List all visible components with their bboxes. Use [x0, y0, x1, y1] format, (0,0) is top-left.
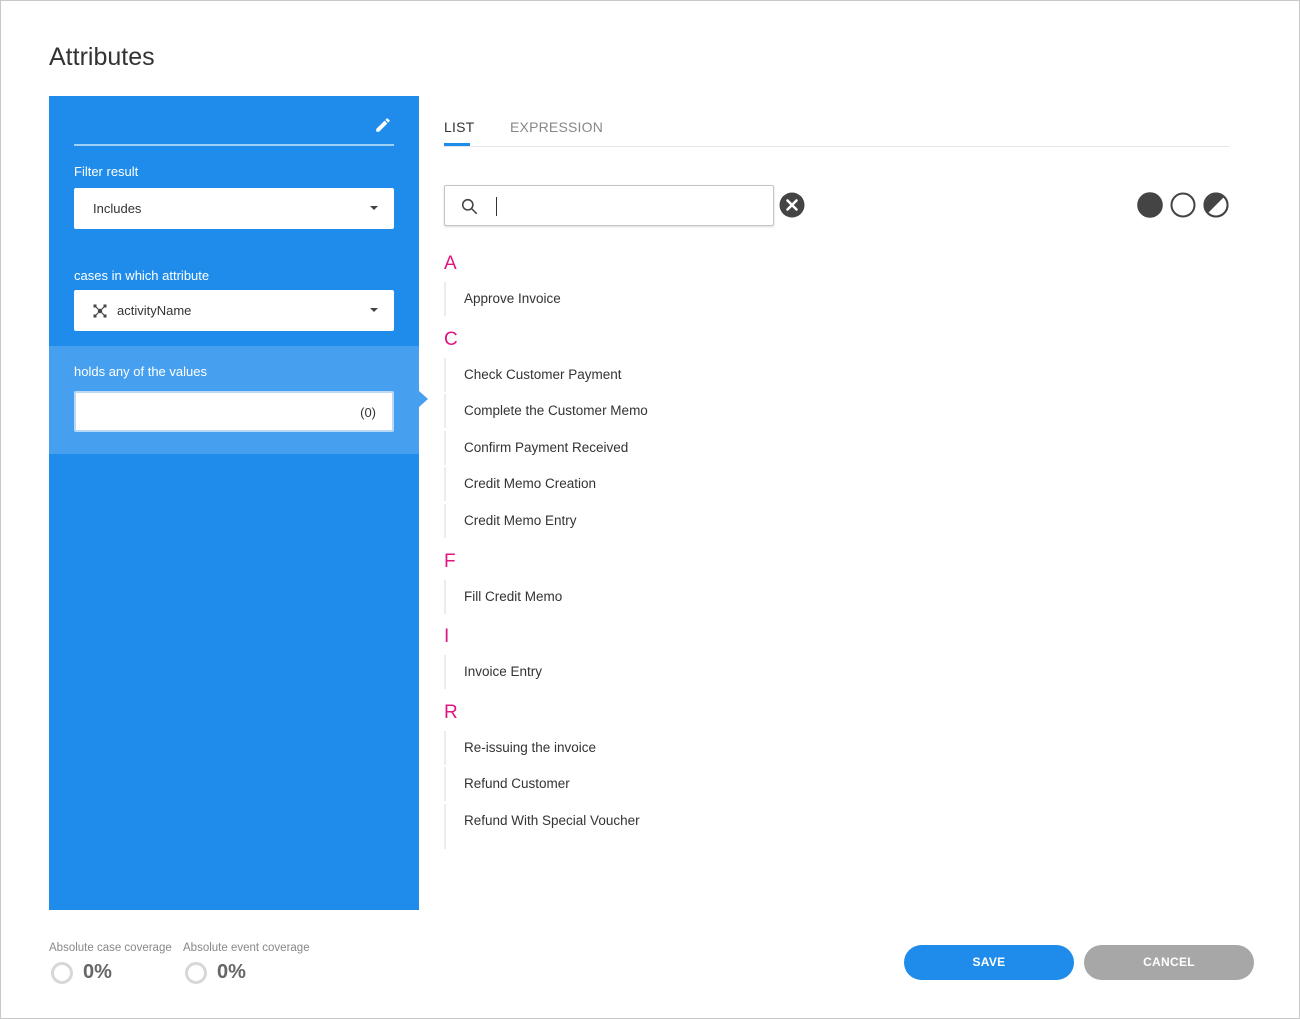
list-item-label: Invoice Entry — [464, 664, 543, 680]
clear-icon[interactable] — [779, 192, 805, 218]
cancel-button[interactable]: CANCEL — [1084, 945, 1254, 980]
group-letter: C — [444, 328, 458, 350]
group-letter: R — [444, 701, 458, 723]
event-coverage: Absolute event coverage 0% — [183, 942, 310, 984]
filter-result-label: Filter result — [74, 164, 139, 179]
chevron-down-icon — [370, 308, 378, 312]
tab-list[interactable]: LIST — [444, 119, 474, 135]
list-item[interactable]: Approve Invoice — [444, 282, 844, 316]
list-item[interactable]: Re-issuing the invoice — [444, 730, 844, 765]
active-tab-indicator — [444, 143, 470, 146]
select-none-icon[interactable] — [1170, 192, 1196, 218]
list-item[interactable]: Complete the Customer Memo — [444, 394, 844, 429]
list-item-label: Credit Memo Creation — [464, 476, 597, 492]
filter-result-value: Includes — [93, 201, 142, 216]
text-cursor — [496, 197, 497, 216]
list-item-label: Approve Invoice — [464, 291, 561, 306]
tab-expression[interactable]: EXPRESSION — [510, 119, 603, 135]
list-item[interactable]: Refund Customer — [444, 767, 844, 802]
list-item-label: Re-issuing the invoice — [464, 739, 597, 755]
save-button[interactable]: SAVE — [904, 945, 1074, 980]
filter-result-select[interactable]: Includes — [74, 188, 394, 229]
event-coverage-value: 0% — [217, 961, 246, 983]
invert-selection-icon[interactable] — [1203, 192, 1229, 218]
group-letter: I — [444, 626, 450, 648]
list-item-label: Refund With Special Voucher — [464, 813, 640, 828]
coverage-ring-icon — [51, 962, 73, 984]
list-item[interactable]: Credit Memo Creation — [444, 467, 844, 502]
list-item-label: Check Customer Payment — [464, 366, 622, 382]
group-letter: F — [444, 550, 456, 572]
search-input[interactable] — [444, 185, 774, 226]
list-item[interactable]: Confirm Payment Received — [444, 430, 844, 465]
values-block: holds any of the values (0) — [49, 346, 419, 454]
list-item[interactable]: Fill Credit Memo — [444, 579, 844, 614]
filter-name-input-line[interactable] — [74, 144, 394, 146]
case-coverage-value: 0% — [83, 961, 112, 983]
group-letter: A — [444, 253, 457, 274]
list-item-label: Complete the Customer Memo — [464, 403, 648, 419]
list-item-label: Credit Memo Entry — [464, 513, 577, 528]
list-scroll-end — [444, 836, 446, 849]
dialog: Attributes Filter result Includes cases … — [0, 0, 1300, 1019]
tab-bar: LIST EXPRESSION — [444, 117, 1229, 147]
attribute-icon — [93, 304, 107, 318]
values-count: (0) — [360, 405, 376, 420]
case-coverage-label: Absolute case coverage — [49, 942, 172, 954]
filter-panel: Filter result Includes cases in which at… — [49, 96, 419, 910]
case-coverage: Absolute case coverage 0% — [49, 942, 172, 984]
attribute-label: cases in which attribute — [74, 268, 210, 283]
list-item[interactable]: Refund With Special Voucher — [444, 804, 844, 838]
event-coverage-label: Absolute event coverage — [183, 942, 310, 954]
values-label: holds any of the values — [74, 364, 207, 379]
active-row-pointer — [419, 391, 428, 407]
list-item[interactable]: Check Customer Payment — [444, 357, 844, 392]
select-all-icon[interactable] — [1137, 192, 1163, 218]
list-item[interactable]: Credit Memo Entry — [444, 504, 844, 538]
list-item[interactable]: Invoice Entry — [444, 655, 844, 690]
chevron-down-icon — [370, 206, 378, 210]
attribute-select[interactable]: activityName — [74, 290, 394, 331]
values-input[interactable]: (0) — [74, 391, 394, 432]
attribute-value: activityName — [117, 303, 192, 318]
list-item-label: Confirm Payment Received — [464, 439, 629, 455]
list-item-label: Fill Credit Memo — [464, 588, 563, 604]
coverage-ring-icon — [185, 962, 207, 984]
page-title: Attributes — [49, 43, 155, 71]
pencil-icon[interactable] — [374, 116, 392, 134]
list-item-label: Refund Customer — [464, 776, 570, 792]
search-icon — [461, 198, 478, 215]
